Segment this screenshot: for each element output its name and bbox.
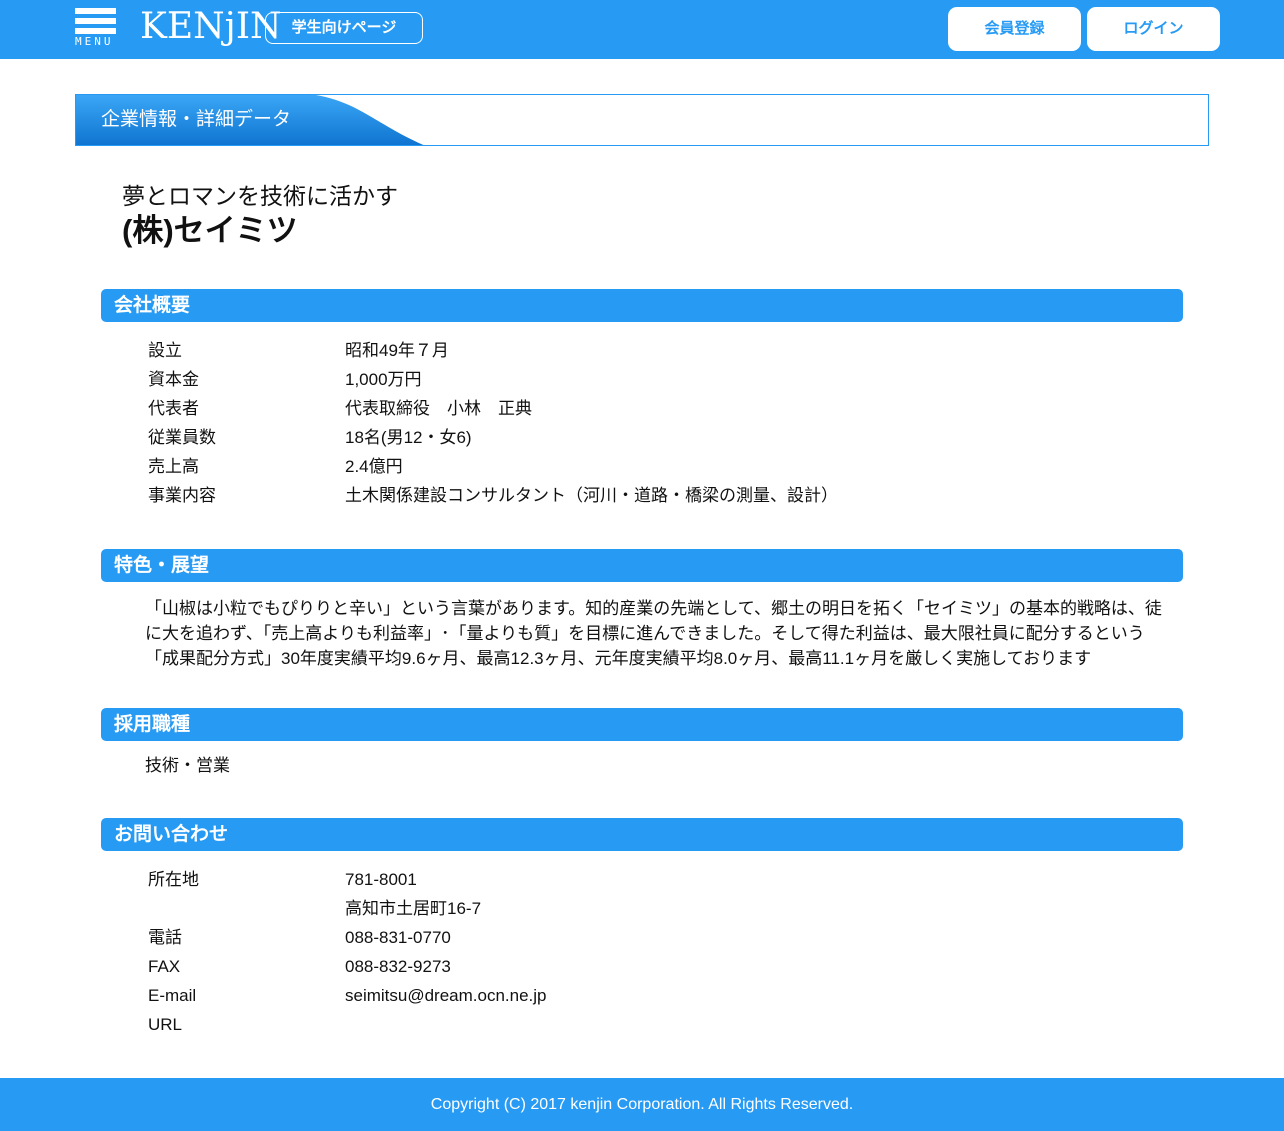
row-label: E-mail [148,986,197,1005]
row-value: 代表取締役 小林 正典 [345,399,532,418]
section-heading-overview: 会社概要 [101,289,1183,322]
features-line: 「成果配分方式」30年度実績平均9.6ヶ月、最高12.3ヶ月、元年度実績平均8.… [145,649,1092,668]
row-value: 昭和49年７月 [345,341,449,360]
row-value: 土木関係建設コンサルタント（河川・道路・橋梁の測量、設計） [345,486,838,505]
email-link[interactable]: seimitsu@dream.ocn.ne.jp [345,981,547,1010]
row-label: 電話 [148,928,182,947]
features-line: 「山椒は小粒でもぴりりと辛い」という言葉があります。知的産業の先端として、郷土の… [145,599,1162,618]
row-label: 設立 [148,341,182,360]
student-page-button[interactable]: 学生向けページ [265,12,423,44]
row-label: 所在地 [148,870,199,889]
company-name: (株)セイミツ [122,213,298,248]
phone-value[interactable]: 088-831-0770 [345,923,451,952]
row-label: 資本金 [148,370,199,389]
row-label: 事業内容 [148,486,216,505]
login-button[interactable]: ログイン [1087,7,1220,51]
hamburger-icon [75,8,116,14]
features-text: 「山椒は小粒でもぴりりと辛い」という言葉があります。知的産業の先端として、郷土の… [145,596,1162,671]
copyright-text: Copyright (C) 2017 kenjin Corporation. A… [430,1096,854,1113]
row-value: 高知市土居町16-7 [345,899,482,918]
site-header: MENU KENjIN 学生向けページ 会員登録 ログイン [0,0,1284,59]
row-value: 2.4億円 [345,457,403,476]
menu-label: MENU [75,35,114,48]
row-value: 781-8001 [345,870,417,889]
row-value: 18名(男12・女6) [345,428,472,447]
page-title: 企業情報・詳細データ [101,109,292,130]
hamburger-icon [75,18,116,24]
kenjin-logo[interactable]: KENjIN [140,4,282,54]
row-label: 従業員数 [148,428,216,447]
row-label: FAX [148,957,181,976]
fax-value: 088-832-9273 [345,957,451,976]
hamburger-icon [75,28,116,34]
section-heading-recruit: 採用職種 [101,708,1183,741]
recruit-jobs: 技術・営業 [145,756,230,775]
company-tagline: 夢とロマンを技術に活かす [122,183,398,209]
site-footer: Copyright (C) 2017 kenjin Corporation. A… [0,1078,1284,1131]
features-line: に大を追わず、「売上高よりも利益率」･「量よりも質」を目標に進んできました。そし… [145,624,1145,643]
row-label: 代表者 [148,399,199,418]
row-value: 1,000万円 [345,370,422,389]
page-title-banner: 企業情報・詳細データ [75,94,1209,146]
row-label: 売上高 [148,457,199,476]
section-heading-contact: お問い合わせ [101,818,1183,851]
row-label: URL [148,1015,183,1034]
menu-button[interactable]: MENU [75,8,117,50]
section-heading-features: 特色・展望 [101,549,1183,582]
register-button[interactable]: 会員登録 [948,7,1081,51]
